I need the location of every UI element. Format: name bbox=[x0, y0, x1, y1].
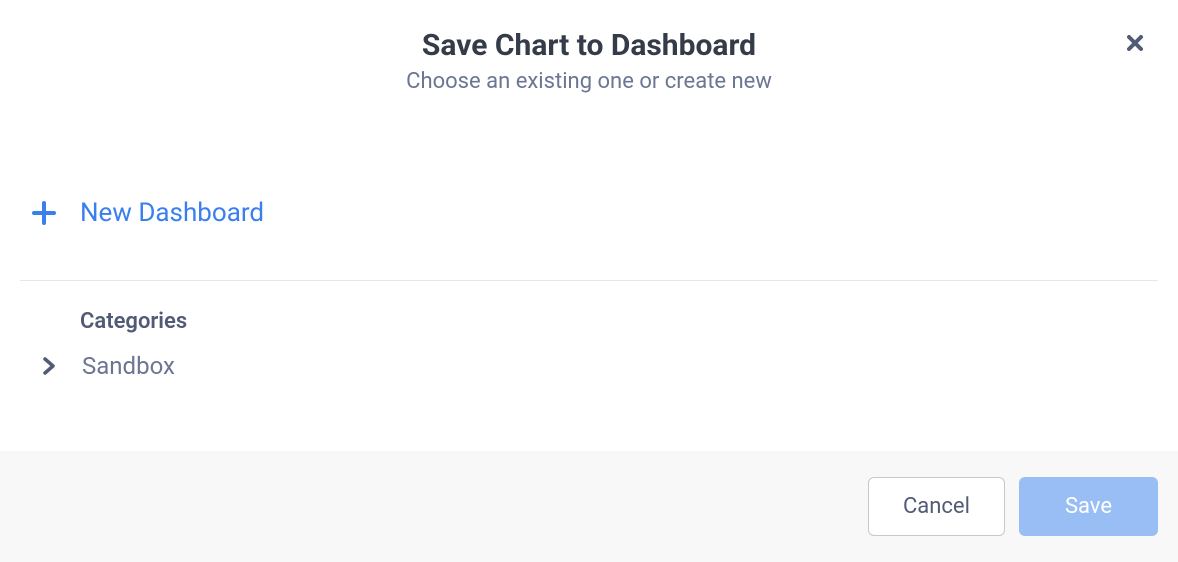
chevron-right-icon bbox=[38, 355, 60, 377]
modal-title: Save Chart to Dashboard bbox=[20, 28, 1158, 63]
modal-body: New Dashboard Categories Sandbox bbox=[0, 104, 1178, 451]
plus-icon bbox=[30, 199, 58, 227]
category-item-sandbox[interactable]: Sandbox bbox=[38, 352, 1158, 380]
close-icon bbox=[1125, 33, 1145, 57]
modal-footer: Cancel Save bbox=[0, 451, 1178, 562]
save-button[interactable]: Save bbox=[1019, 477, 1158, 536]
close-button[interactable] bbox=[1122, 32, 1148, 58]
new-dashboard-button[interactable]: New Dashboard bbox=[20, 104, 1158, 258]
categories-heading: Categories bbox=[80, 309, 1158, 334]
category-label: Sandbox bbox=[82, 352, 175, 380]
modal-subtitle: Choose an existing one or create new bbox=[20, 69, 1158, 94]
save-chart-modal: Save Chart to Dashboard Choose an existi… bbox=[0, 0, 1178, 562]
divider bbox=[20, 280, 1158, 281]
modal-header: Save Chart to Dashboard Choose an existi… bbox=[0, 0, 1178, 104]
new-dashboard-label: New Dashboard bbox=[80, 198, 264, 228]
cancel-button[interactable]: Cancel bbox=[868, 477, 1005, 536]
